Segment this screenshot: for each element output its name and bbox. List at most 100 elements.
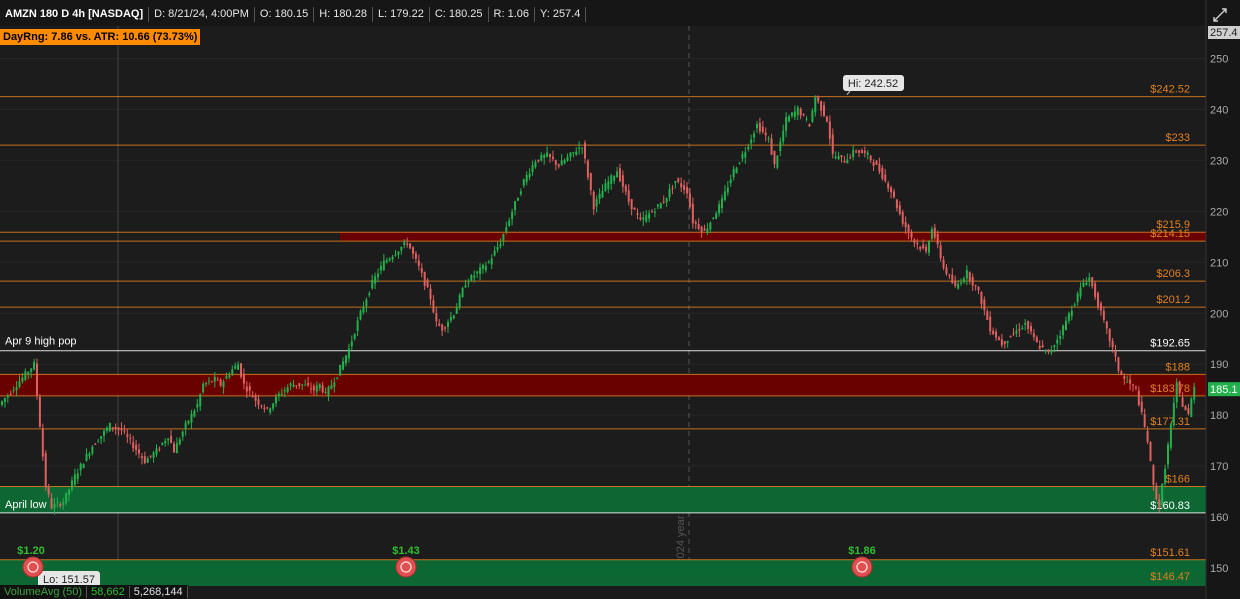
candle-body xyxy=(648,213,651,219)
candle-body xyxy=(595,199,598,207)
candle-body xyxy=(1044,349,1047,351)
candle-body xyxy=(24,371,27,380)
candle-body xyxy=(149,455,152,457)
candle-body xyxy=(1029,326,1032,332)
dividend-icon[interactable] xyxy=(395,556,417,578)
candle-body xyxy=(1085,282,1088,286)
candle-body xyxy=(257,399,260,405)
candle-body xyxy=(342,361,345,370)
dividend-icon[interactable] xyxy=(22,556,44,578)
candle-body xyxy=(688,193,691,207)
candle-body xyxy=(846,159,849,164)
candle-body xyxy=(304,384,307,386)
candle-body xyxy=(738,162,741,164)
candle-body xyxy=(359,310,362,320)
candle-body xyxy=(869,155,872,161)
candle-body xyxy=(481,264,484,269)
candle-body xyxy=(1161,484,1164,505)
open-readout: O: 180.15 xyxy=(255,7,315,22)
candle-body xyxy=(333,382,336,387)
price-chart[interactable]: 250 240 230 220 210 200 190 180 170 160 150 2024 ye… xyxy=(0,0,1240,599)
candle-body xyxy=(872,162,875,166)
candle-body xyxy=(980,292,983,305)
candle-body xyxy=(656,204,659,207)
candle-body xyxy=(429,288,432,300)
zone-4 xyxy=(0,559,1206,586)
candle-body xyxy=(610,175,613,184)
candle-body xyxy=(1038,345,1041,349)
candle-body xyxy=(91,446,94,454)
candle-body xyxy=(1175,382,1178,403)
candle-body xyxy=(377,273,380,278)
candle-body xyxy=(732,168,735,178)
candle-body xyxy=(449,316,452,321)
candle-body xyxy=(190,413,193,423)
candle-body xyxy=(1062,325,1065,336)
candle-body xyxy=(356,320,359,332)
candle-body xyxy=(881,167,884,179)
candle-body xyxy=(33,361,36,370)
candle-body xyxy=(62,502,65,505)
candle-body xyxy=(680,183,683,188)
candle-body xyxy=(181,431,184,437)
volume-study-name[interactable]: VolumeAvg (50) xyxy=(0,586,88,598)
candle-body xyxy=(758,122,761,132)
candle-body xyxy=(814,97,817,113)
candle-body xyxy=(412,247,415,254)
candle-body xyxy=(1027,321,1030,330)
level-label: $146.47 xyxy=(1150,571,1190,583)
candle-body xyxy=(9,393,12,395)
candle-body xyxy=(35,363,38,396)
candle-body xyxy=(400,246,403,251)
dividend-icon[interactable] xyxy=(851,556,873,578)
candle-body xyxy=(280,393,283,395)
candle-body xyxy=(1035,337,1038,343)
candle-body xyxy=(368,293,371,296)
candle-body xyxy=(1155,485,1158,500)
candle-body xyxy=(586,160,589,178)
candle-body xyxy=(318,383,321,389)
candle-body xyxy=(117,427,120,430)
candle-body xyxy=(782,130,785,142)
candle-body xyxy=(479,267,482,274)
price-tick-label: 210 xyxy=(1210,257,1228,269)
candle-body xyxy=(887,183,890,189)
price-tick-label: 150 xyxy=(1210,563,1228,575)
level-label: $166 xyxy=(1166,473,1190,485)
candle-body xyxy=(543,155,546,159)
candle-body xyxy=(799,108,802,116)
symbol-label[interactable]: AMZN 180 D 4h [NASDAQ] xyxy=(0,7,150,22)
candle-body xyxy=(487,261,490,263)
candle-body xyxy=(837,156,840,160)
candle-body xyxy=(216,379,219,381)
candle-body xyxy=(554,160,557,165)
candle-body xyxy=(948,274,951,276)
candle-body xyxy=(683,185,686,191)
candle-body xyxy=(493,250,496,256)
candle-body xyxy=(114,426,117,429)
candle-body xyxy=(858,150,861,153)
candle-body xyxy=(860,150,863,154)
candle-body xyxy=(502,234,505,241)
candle-body xyxy=(44,453,47,488)
candle-body xyxy=(79,463,82,471)
candle-body xyxy=(82,463,85,469)
candle-body xyxy=(823,105,826,117)
candle-body xyxy=(105,427,108,431)
candle-body xyxy=(277,393,280,397)
candle-body xyxy=(1190,398,1193,417)
price-axis-panel xyxy=(1206,0,1240,599)
drawing-tool-icon[interactable] xyxy=(1212,7,1228,23)
candle-body xyxy=(327,386,330,397)
candle-body xyxy=(350,341,353,347)
candle-body xyxy=(388,258,391,261)
candle-body xyxy=(219,379,222,386)
candle-body xyxy=(321,385,324,393)
candle-body xyxy=(633,207,636,210)
candle-body xyxy=(965,269,968,279)
candle-body xyxy=(164,440,167,444)
candle-body xyxy=(228,375,231,378)
low-readout: L: 179.22 xyxy=(373,7,430,22)
candle-body xyxy=(1012,333,1015,335)
price-tick-label: 170 xyxy=(1210,461,1228,473)
